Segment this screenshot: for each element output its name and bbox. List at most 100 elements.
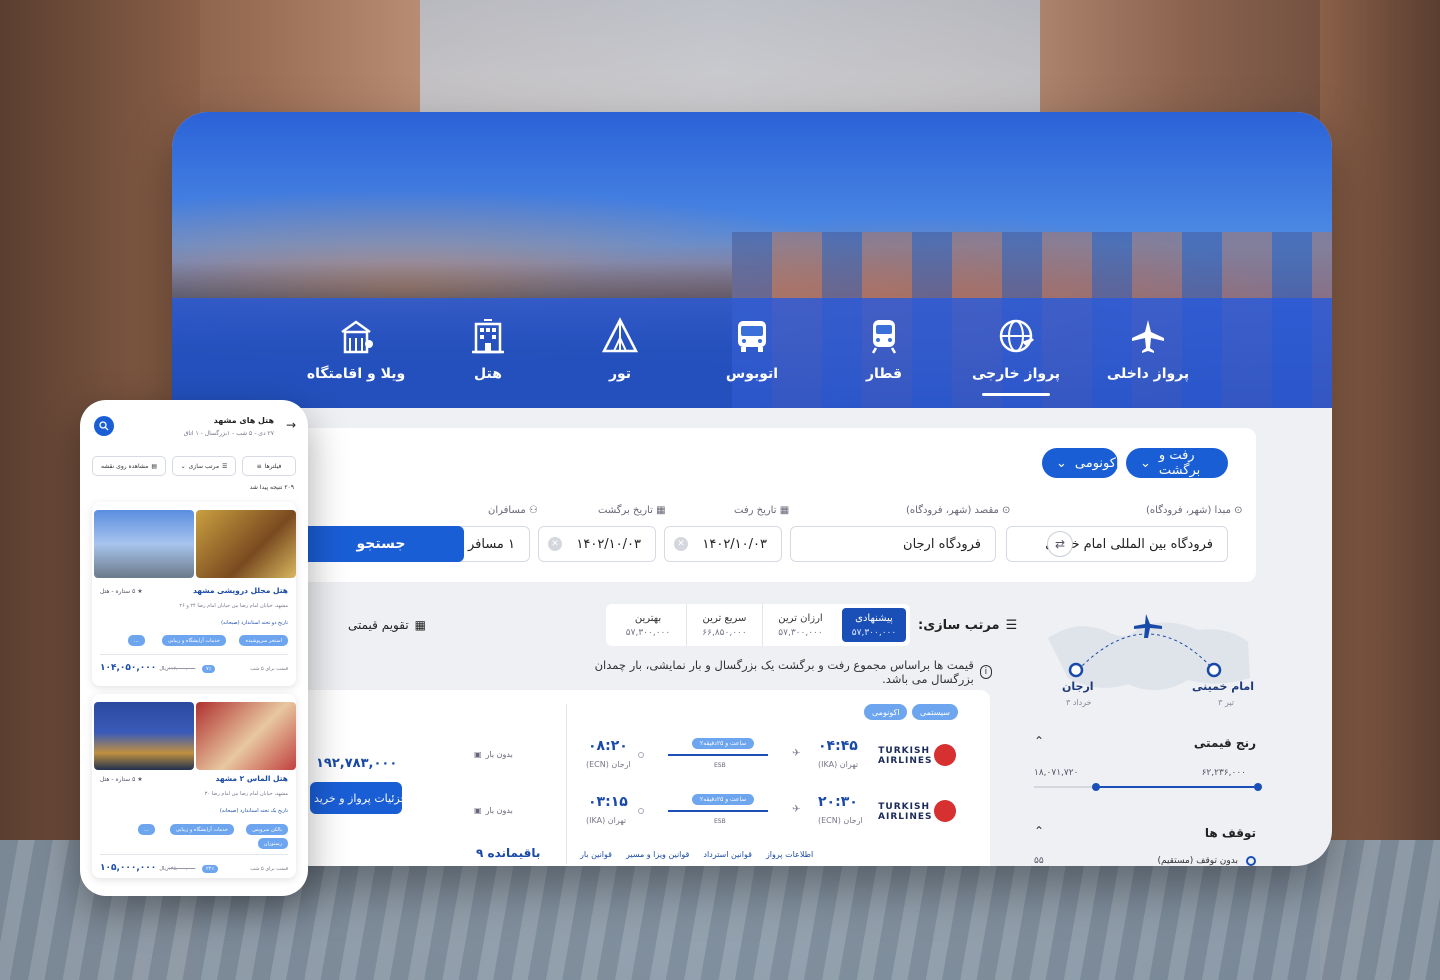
divider [566,704,567,864]
arrow-right-icon[interactable]: → [286,418,296,432]
turkish-airlines-logo-icon [934,800,956,822]
clear-icon[interactable]: ✕ [548,537,562,551]
hotel-stars: ★ ۵ ستاره - هتل [100,588,143,595]
airplane-icon [1132,320,1164,353]
discount-badge: ۷٪ [202,665,216,673]
nav-label: تور [608,366,632,382]
stops-radio[interactable] [1246,856,1256,866]
arrival-time: ۰۳:۱۵ [588,794,628,810]
clear-icon[interactable]: ✕ [674,537,688,551]
cabin-value: اکونومی [1074,455,1120,471]
chevron-down-icon: ⌄ [180,462,186,470]
sort-option-fastest[interactable]: سریع ترین ۶۶,۸۵۰,۰۰۰ [686,604,762,646]
map-origin-city: امام خمینی [1191,680,1254,693]
origin-input[interactable]: فرودگاه بین المللی امام خمینی [1006,526,1228,562]
arrival-airport: ارجان (ECN) [586,760,631,769]
map-view-chip[interactable]: مشاهده روی نقشه ▤ [92,456,166,476]
baggage-info: ▣ بدون بار [474,750,513,759]
stops-option-direct[interactable]: بدون توقف (مستقیم) [1157,856,1238,866]
sort-option-cheapest[interactable]: ارزان ترین ۵۷,۳۰۰,۰۰۰ [762,604,838,646]
departure-airport: ارجان (ECN) [818,816,863,825]
calendar-icon: ▦ [414,618,427,632]
destination-input[interactable]: فرودگاه ارجان [790,526,996,562]
price-calendar-button[interactable]: ▦ تقویم قیمتی [348,618,426,632]
search-button[interactable]: جستجو [298,526,464,562]
flight-result-card[interactable]: اکونومی سیستمی TURKISH AIRLINES ۰۴:۴۵ ته… [300,690,990,866]
luggage-icon: ▣ [474,750,482,759]
nav-hotel[interactable]: هتل [422,298,554,408]
price-slider-range [1096,786,1258,788]
background-sky [420,0,1040,130]
flight-rule-links: اطلاعات پرواز قوانین استرداد قوانین ویزا… [580,850,813,859]
hotel-card[interactable]: هتل مجلل درویشی مشهد ★ ۵ ستاره - هتل مشه… [92,502,296,686]
nav-domestic-flight[interactable]: پرواز داخلی [1082,298,1214,408]
filters-chip[interactable]: ≡ فیلترها [242,456,296,476]
cabin-dropdown[interactable]: ⌄ اکونومی [1042,448,1120,478]
sort-option-best[interactable]: بهترین ۵۷,۳۰۰,۰۰۰ [610,604,686,646]
nav-international-flight[interactable]: پرواز خارجی [950,298,1082,408]
globe-plane-icon [999,319,1034,353]
mobile-hotel-list: → هتل های مشهد ۲۷ دی - ۵ شب - ۱بزرگسال -… [80,400,308,896]
hotel-icon [472,319,504,354]
trip-type-dropdown[interactable]: ⌄ رفت و برگشت [1126,448,1228,478]
passengers-label: ⚇ مسافران [488,505,538,516]
chevron-down-icon: ⌄ [1056,455,1067,471]
hotel-photo [196,510,296,578]
nav-label: اتوبوس [725,366,779,382]
link-visa-rules[interactable]: قوانین ویزا و مسیر [626,850,689,859]
stop-hub: ESB [714,762,726,769]
price-slider-handle-min[interactable] [1092,783,1100,791]
mobile-title: هتل های مشهد [213,416,274,425]
route-dot [638,808,644,814]
price-slider-handle-max[interactable] [1254,783,1262,791]
nav-tour[interactable]: تور [554,298,686,408]
sort-options: پیشنهادی ۵۷,۳۰۰,۰۰۰ ارزان ترین ۵۷,۳۰۰,۰۰۰ … [606,604,910,646]
bus-icon [738,321,766,352]
luggage-icon: ▣ [474,806,482,815]
night-price-label: قیمت برای ۵ شب [250,866,288,872]
tag-badge: اکونومی [864,704,908,720]
turkish-airlines-logo-icon [934,744,956,766]
destination-label: ⊙ مقصد (شهر، فرودگاه) [906,505,1011,516]
collapse-icon[interactable]: ⌃ [1034,824,1044,838]
search-icon[interactable] [94,416,114,436]
link-flight-info[interactable]: اطلاعات پرواز [766,850,813,859]
filter-icon: ≡ [256,462,262,470]
route-dot [638,752,644,758]
service-nav: پرواز داخلی پرواز خارجی قطار اتوبوس تور … [172,298,1332,408]
price-min: ۱۸,۰۷۱,۷۲۰ [1034,768,1079,778]
nav-villa[interactable]: ویلا و اقامتگاه [290,298,422,408]
nav-label: هتل [474,366,502,382]
link-refund-rules[interactable]: قوانین استرداد [703,850,752,859]
nav-label: پرواز خارجی [971,366,1061,382]
link-baggage-rules[interactable]: قوانین بار [580,850,612,859]
nav-label: پرواز داخلی [1106,366,1190,382]
hotel-card[interactable]: هتل الماس ۲ مشهد ★ ۵ ستاره - هتل مشهد، خ… [92,694,296,878]
map-dest-city: ارجان [1062,680,1094,693]
map-dest-date: ۳ خرداد [1066,698,1092,707]
flight-duration: ۲ساعت و ۲۵دقیقه [692,738,755,749]
nav-bus[interactable]: اتوبوس [686,298,818,408]
swap-icon[interactable]: ⇄ [1047,531,1073,557]
route-line [668,754,768,756]
info-icon: i [979,665,992,679]
map-icon: ▤ [151,462,158,470]
nav-train[interactable]: قطار [818,298,950,408]
amenity-badge: ... [128,635,145,646]
sort-option-suggested[interactable]: پیشنهادی ۵۷,۳۰۰,۰۰۰ [842,608,906,642]
hotel-price: ریال ۱۰۴,۰۵۰,۰۰۰ [100,663,169,673]
seats-remaining: ۹ باقیمانده [476,846,541,860]
tag-badge: سیستمی [912,704,958,720]
hotel-photo [94,510,194,578]
desktop-window: پرواز داخلی پرواز خارجی قطار اتوبوس تور … [172,112,1332,866]
flight-details-button[interactable]: جزئیات پرواز و خرید [310,782,402,814]
room-policy: تاریخ دو تخته استاندارد (صبحانه) [221,620,288,626]
arrival-airport: تهران (IKA) [586,816,627,825]
sort-chip[interactable]: ⌄ مرتب سازی ☰ [172,456,236,476]
villa-icon [341,320,373,354]
collapse-icon[interactable]: ⌃ [1034,734,1044,748]
nav-label: قطار [865,366,903,382]
route-line [668,810,768,812]
map-origin-date: ۳ تیر [1218,698,1234,707]
amenity-badge: خدمات آرایشگاه و زیبایی [169,824,234,835]
